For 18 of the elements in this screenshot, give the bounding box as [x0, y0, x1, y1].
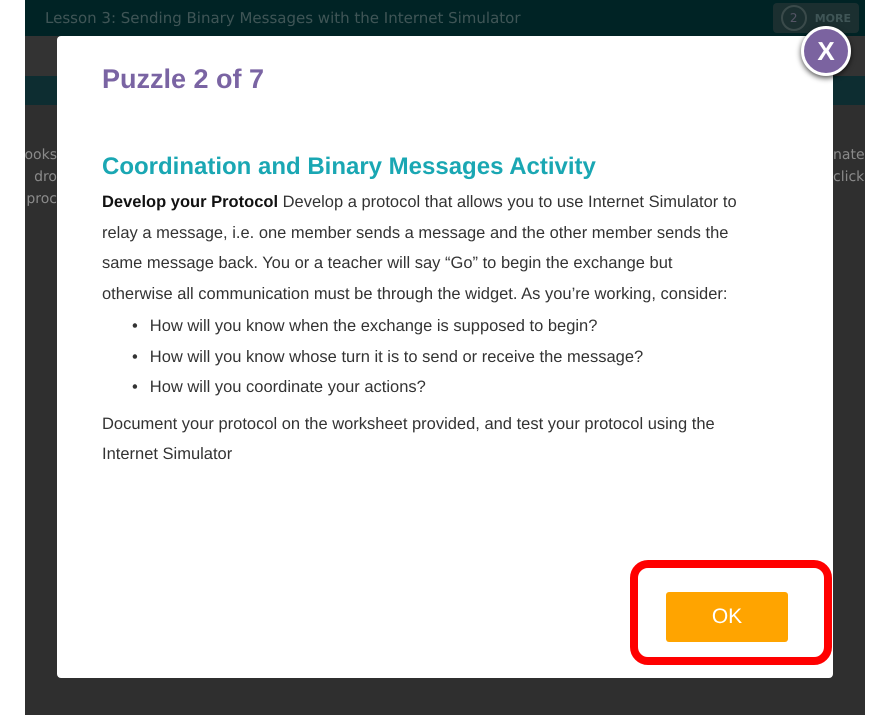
dialog-title: Puzzle 2 of 7 — [102, 64, 266, 95]
lesson-title: Lesson 3: Sending Binary Messages with the Internet Simulator — [45, 9, 521, 27]
question-item: How will you coordinate your actions? — [150, 377, 426, 398]
background-text: proc — [26, 190, 57, 209]
background-text: click — [833, 168, 864, 187]
question-item: How will you know whose turn it is to send or receive the message? — [150, 346, 644, 368]
closing-paragraph: Document your protocol on the worksheet provided, and test your protocol using the Internet Simulator — [102, 414, 716, 465]
bullet-mark: • — [132, 346, 138, 368]
instructions-paragraph: Develop your Protocol Develop a protocol that allows you to use Internet Simulator to relay a message, i.e. one member sends a message and the other member sends the same message back. You or a teacher will say “Go” to begin the exchange but otherwise all communication must be through the widget. As you’re working, consider: — [102, 192, 738, 304]
background-text: ooks — [24, 146, 57, 165]
bullet-mark: • — [132, 316, 138, 337]
ok-button[interactable]: OK — [666, 592, 788, 642]
question-item: How will you know when the exchange is supposed to begin? — [150, 316, 598, 337]
background-text: dro — [34, 168, 57, 187]
background-text: nate — [833, 146, 865, 165]
activity-heading: Coordination and Binary Messages Activity — [102, 153, 597, 181]
level-badge: 2 — [780, 5, 807, 31]
bullet-mark: • — [132, 377, 138, 398]
